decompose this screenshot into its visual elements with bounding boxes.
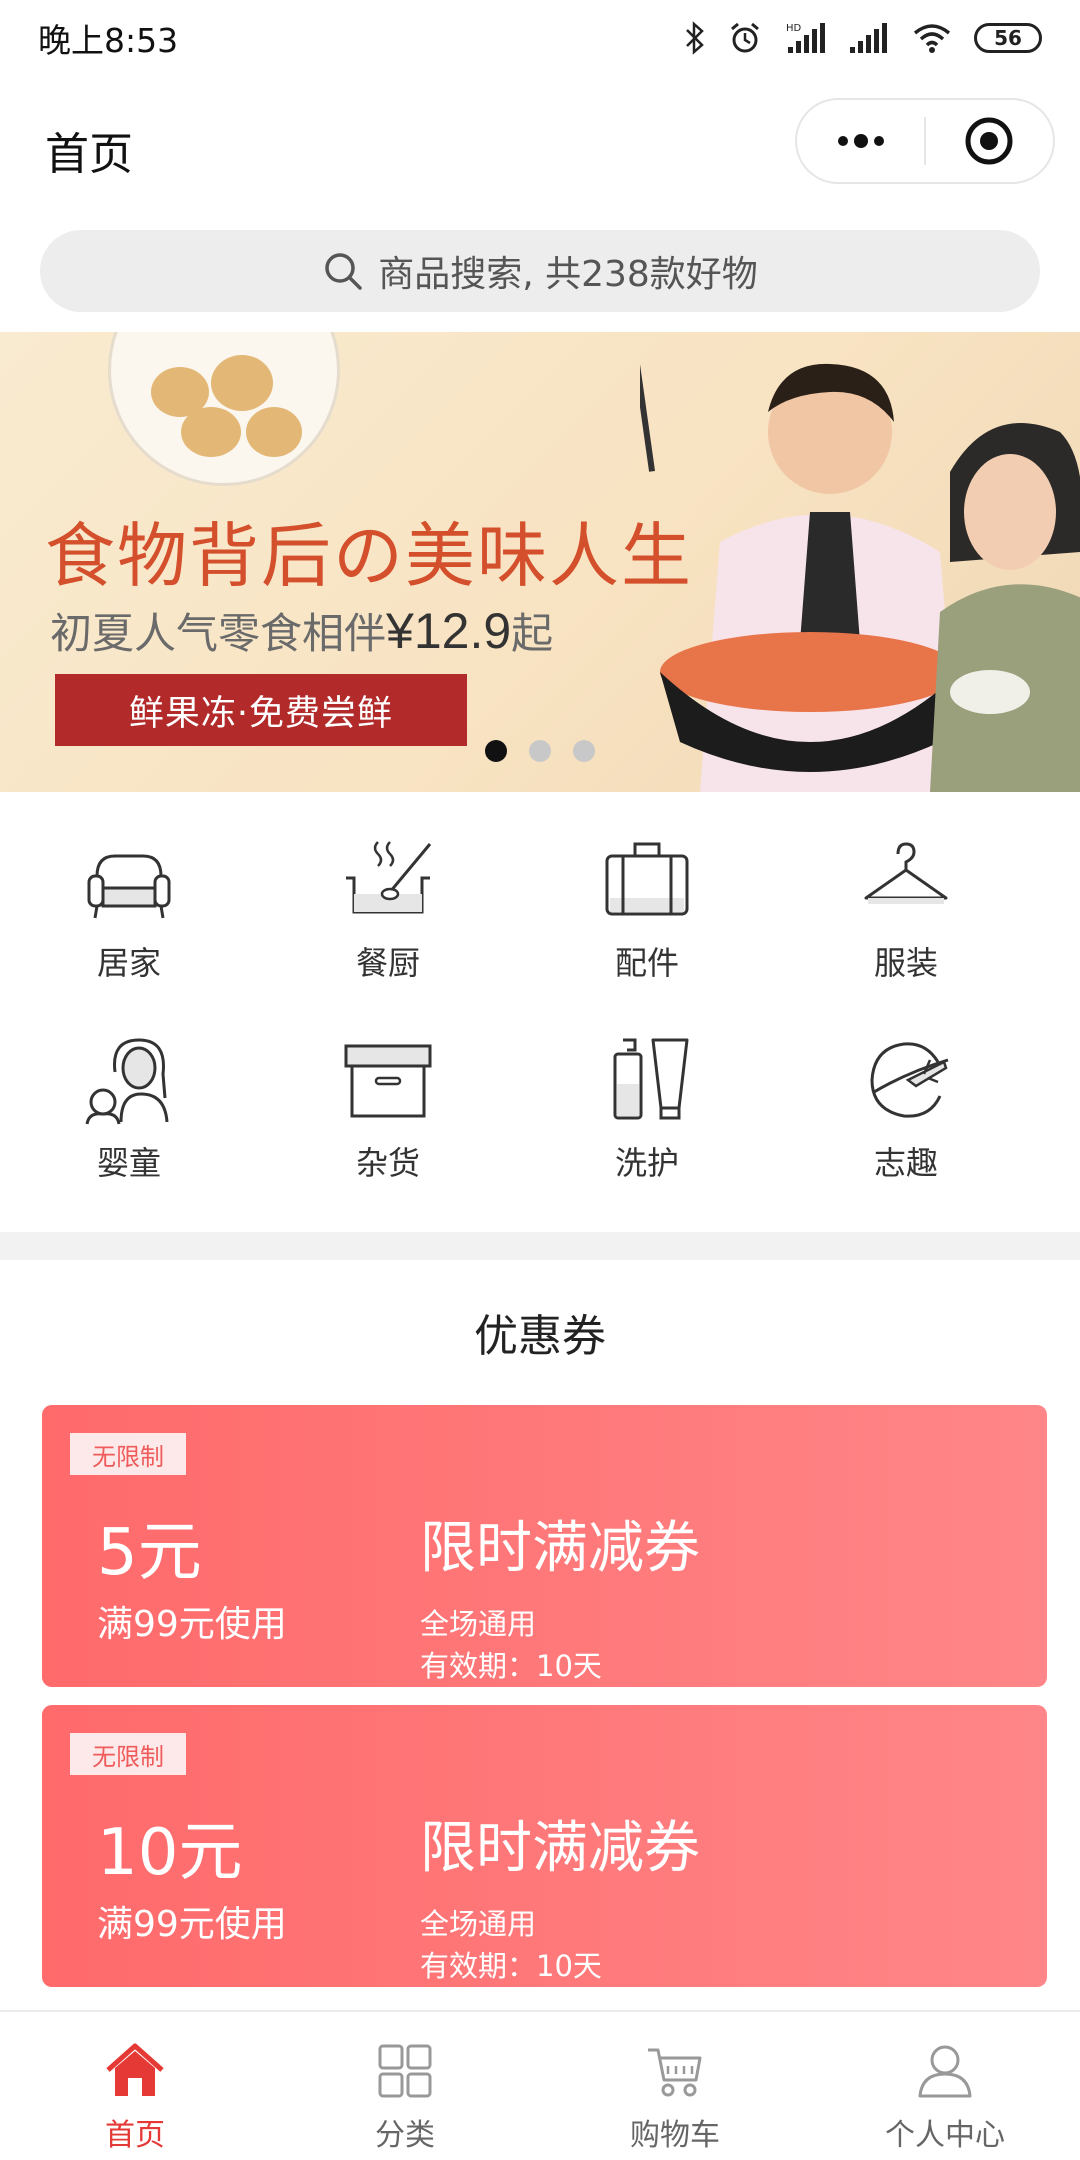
category-item-toiletries[interactable]: 洗护 bbox=[547, 1032, 747, 1192]
chef-person-image bbox=[640, 342, 960, 792]
coupon-tag: 无限制 bbox=[70, 1733, 186, 1775]
signal-icon bbox=[850, 23, 887, 53]
coupon-scope: 全场通用 bbox=[420, 1607, 537, 1641]
svg-text:HD: HD bbox=[786, 23, 802, 34]
tab-label: 首页 bbox=[105, 2118, 165, 2153]
battery-level: 56 bbox=[994, 26, 1022, 50]
status-icons: HD 56 bbox=[684, 21, 1042, 55]
header: 首页 bbox=[0, 76, 1080, 206]
search-bar[interactable]: 商品搜索, 共238款好物 bbox=[40, 230, 1040, 312]
storage-box-icon bbox=[344, 1044, 432, 1118]
coupon-scope: 全场通用 bbox=[420, 1907, 537, 1941]
category-label: 婴童 bbox=[96, 1144, 161, 1182]
banner-headline: 食物背后の美味人生 bbox=[45, 515, 693, 597]
wifi-icon bbox=[913, 24, 951, 53]
category-label: 洗护 bbox=[614, 1144, 679, 1182]
coupon-validity: 有效期：10天 bbox=[420, 1949, 602, 1983]
promo-banner[interactable]: 食物背后の美味人生 初夏人气零食相伴¥12.9起 鲜果冻·免费尝鲜 bbox=[0, 332, 1080, 792]
category-label: 志趣 bbox=[873, 1144, 938, 1182]
coupon-condition: 满99元使用 bbox=[97, 1904, 287, 1945]
category-item-kitchen[interactable]: 餐厨 bbox=[288, 832, 488, 992]
banner-subtitle-line: 初夏人气零食相伴¥12.9起 bbox=[50, 600, 553, 661]
category-label: 杂货 bbox=[355, 1144, 420, 1182]
category-item-interests[interactable]: 志趣 bbox=[806, 1032, 1006, 1192]
coupon-tag: 无限制 bbox=[70, 1433, 186, 1475]
status-time: 晚上8:53 bbox=[38, 21, 179, 60]
banner-price: ¥12.9 bbox=[386, 603, 512, 659]
coupon-amount: 5元 bbox=[97, 1516, 202, 1590]
coupon-card[interactable]: 无限制 10元 满99元使用 限时满减券 全场通用 有效期：10天 bbox=[42, 1705, 1047, 1987]
home-icon bbox=[106, 2043, 164, 2096]
tab-category[interactable]: 分类 bbox=[270, 2012, 540, 2160]
sofa-icon bbox=[87, 854, 171, 919]
tab-label: 分类 bbox=[375, 2118, 435, 2153]
coupon-amount: 10元 bbox=[97, 1816, 243, 1890]
user-icon bbox=[918, 2045, 972, 2098]
battery-indicator: 56 bbox=[974, 23, 1042, 53]
more-button[interactable] bbox=[797, 100, 924, 182]
alarm-icon bbox=[731, 22, 759, 53]
coupon-validity: 有效期：10天 bbox=[420, 1649, 602, 1683]
coupon-card[interactable]: 无限制 5元 满99元使用 限时满减券 全场通用 有效期：10天 bbox=[42, 1405, 1047, 1687]
tab-label: 购物车 bbox=[630, 2118, 720, 2153]
search-icon bbox=[325, 253, 362, 290]
bluetooth-icon bbox=[686, 21, 704, 55]
tab-profile[interactable]: 个人中心 bbox=[810, 2012, 1080, 2160]
carousel-indicator bbox=[485, 740, 595, 762]
miniprogram-capsule bbox=[795, 98, 1055, 184]
section-divider bbox=[0, 1232, 1080, 1260]
carousel-dot[interactable] bbox=[573, 740, 595, 762]
category-item-accessories[interactable]: 配件 bbox=[547, 832, 747, 992]
banner-subtitle: 初夏人气零食相伴 bbox=[50, 609, 387, 658]
page-title: 首页 bbox=[45, 129, 133, 180]
coupon-name: 限时满减券 bbox=[420, 1516, 700, 1581]
close-miniprogram-button[interactable] bbox=[926, 100, 1053, 182]
category-label: 配件 bbox=[614, 944, 679, 982]
grid-icon bbox=[378, 2044, 432, 2098]
toiletries-icon bbox=[613, 1038, 689, 1120]
carousel-dot-active[interactable] bbox=[485, 740, 507, 762]
signal-hd-icon: HD bbox=[786, 23, 825, 53]
category-label: 餐厨 bbox=[355, 944, 420, 982]
category-item-sundries[interactable]: 杂货 bbox=[288, 1032, 488, 1192]
category-label: 服装 bbox=[873, 944, 938, 982]
category-label: 居家 bbox=[96, 944, 161, 982]
cooking-pot-icon bbox=[346, 841, 432, 914]
suitcase-icon bbox=[605, 842, 689, 916]
search-placeholder: 商品搜索, 共238款好物 bbox=[378, 254, 758, 295]
coupon-name: 限时满减券 bbox=[420, 1816, 700, 1881]
hanger-icon bbox=[864, 842, 948, 904]
mother-child-icon bbox=[85, 1038, 169, 1125]
status-bar: 晚上8:53 HD 56 bbox=[0, 0, 1080, 76]
coupon-condition: 满99元使用 bbox=[97, 1604, 287, 1645]
cookie-plate-image bbox=[108, 332, 340, 486]
woman-person-image bbox=[930, 423, 1080, 792]
banner-price-suffix: 起 bbox=[511, 609, 554, 658]
category-item-clothing[interactable]: 服装 bbox=[806, 832, 1006, 992]
more-dots-icon bbox=[837, 134, 884, 148]
tab-cart[interactable]: 购物车 bbox=[540, 2012, 810, 2160]
bottom-tab-bar: 首页 分类 购物车 个人中心 bbox=[0, 2010, 1080, 2160]
tab-label: 个人中心 bbox=[885, 2118, 1005, 2153]
category-grid: 居家 餐厨 配件 服装 婴童 杂货 洗护 志趣 bbox=[0, 792, 1080, 1232]
target-circle-icon bbox=[965, 117, 1013, 165]
plane-globe-icon bbox=[870, 1042, 949, 1118]
category-item-home[interactable]: 居家 bbox=[29, 832, 229, 992]
carousel-dot[interactable] bbox=[529, 740, 551, 762]
tab-home[interactable]: 首页 bbox=[0, 2012, 270, 2160]
cart-icon bbox=[648, 2048, 702, 2097]
coupon-section-title: 优惠券 bbox=[474, 1311, 606, 1362]
banner-cta-button[interactable]: 鲜果冻·免费尝鲜 bbox=[55, 674, 467, 746]
category-item-baby[interactable]: 婴童 bbox=[29, 1032, 229, 1192]
